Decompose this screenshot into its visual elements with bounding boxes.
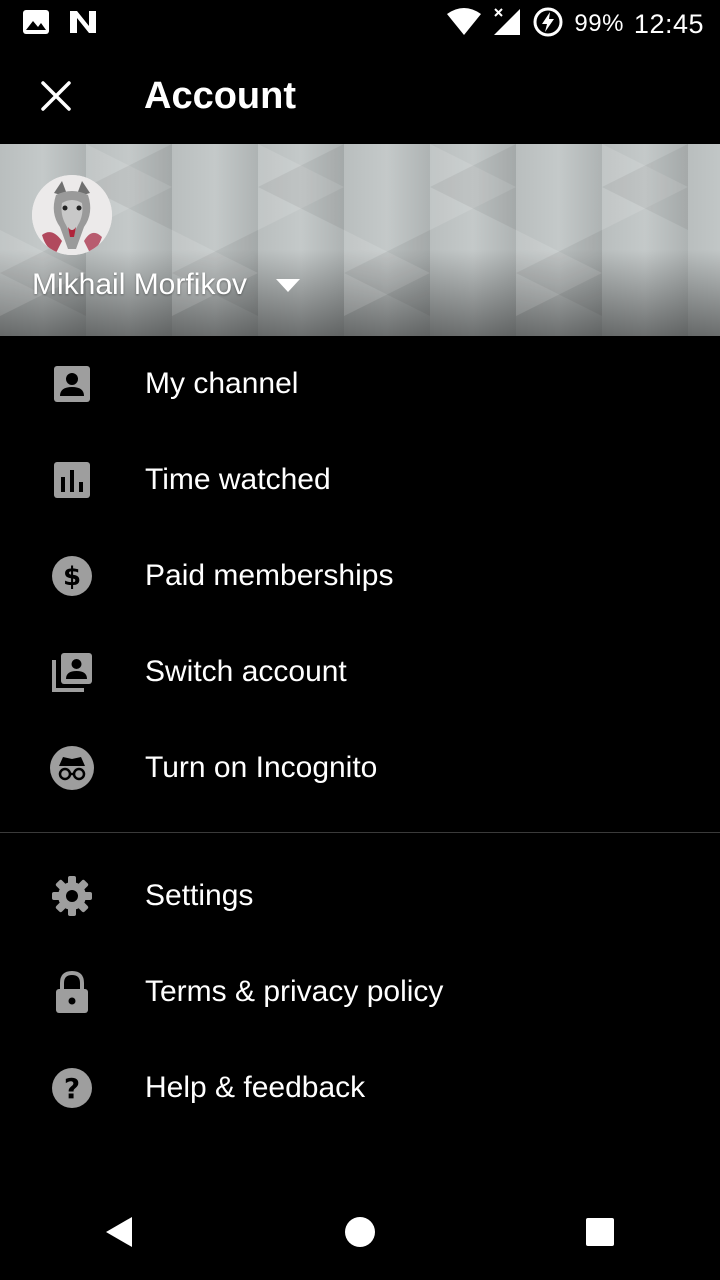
home-icon xyxy=(345,1217,375,1247)
dollar-circle-icon: $ xyxy=(48,552,96,600)
menu-item-time-watched[interactable]: Time watched xyxy=(0,432,720,528)
menu-item-label: Settings xyxy=(145,879,254,912)
menu-item-settings[interactable]: Settings xyxy=(0,848,720,944)
menu-item-terms-privacy[interactable]: Terms & privacy policy xyxy=(0,944,720,1040)
dropdown-arrow-icon xyxy=(276,279,301,292)
image-icon xyxy=(22,9,50,40)
menu-item-help-feedback[interactable]: ? Help & feedback xyxy=(0,1040,720,1136)
menu-item-my-channel[interactable]: My channel xyxy=(0,336,720,432)
clock: 12:45 xyxy=(633,8,704,39)
close-icon xyxy=(41,81,71,111)
avatar-wolf-image xyxy=(32,175,112,255)
app-bar: Account xyxy=(0,48,720,144)
home-button[interactable] xyxy=(312,1184,408,1280)
person-box-icon xyxy=(48,360,96,408)
gear-icon xyxy=(48,872,96,920)
status-left xyxy=(22,9,98,40)
recents-icon xyxy=(586,1218,614,1246)
lock-icon xyxy=(48,968,96,1016)
signal-icon xyxy=(492,7,522,42)
menu-divider xyxy=(0,832,720,833)
status-bar: 99% 12:45 xyxy=(0,0,720,48)
page-title: Account xyxy=(144,74,296,117)
avatar[interactable] xyxy=(32,175,112,255)
battery-charging-icon xyxy=(532,6,564,43)
account-menu: My channel Time watched $ Paid membershi… xyxy=(0,336,720,1136)
back-icon xyxy=(106,1217,132,1247)
close-button[interactable] xyxy=(28,68,84,124)
back-button[interactable] xyxy=(72,1184,168,1280)
header-background-pattern xyxy=(0,144,688,316)
incognito-icon xyxy=(48,744,96,792)
menu-item-switch-account[interactable]: Switch account xyxy=(0,624,720,720)
menu-item-label: Turn on Incognito xyxy=(145,751,378,784)
menu-item-label: Time watched xyxy=(145,463,331,496)
menu-item-label: Switch account xyxy=(145,655,347,688)
navigation-bar xyxy=(0,1184,720,1280)
recents-button[interactable] xyxy=(552,1184,648,1280)
wifi-icon xyxy=(446,7,482,41)
status-right: 99% 12:45 xyxy=(446,6,704,43)
bar-chart-icon xyxy=(48,456,96,504)
account-header: Mikhail Morfikov xyxy=(0,144,720,336)
battery-percent: 99% xyxy=(574,10,624,37)
account-switcher[interactable]: Mikhail Morfikov xyxy=(32,268,301,302)
menu-item-incognito[interactable]: Turn on Incognito xyxy=(0,720,720,816)
switch-account-icon xyxy=(48,648,96,696)
n-app-icon xyxy=(68,9,98,40)
menu-item-paid-memberships[interactable]: $ Paid memberships xyxy=(0,528,720,624)
menu-item-label: Paid memberships xyxy=(145,559,394,592)
svg-text:$: $ xyxy=(63,562,81,592)
help-icon: ? xyxy=(48,1064,96,1112)
menu-item-label: Help & feedback xyxy=(145,1071,366,1104)
menu-item-label: Terms & privacy policy xyxy=(145,975,444,1008)
account-name: Mikhail Morfikov xyxy=(32,268,248,301)
menu-item-label: My channel xyxy=(145,367,299,400)
svg-text:?: ? xyxy=(64,1072,80,1105)
